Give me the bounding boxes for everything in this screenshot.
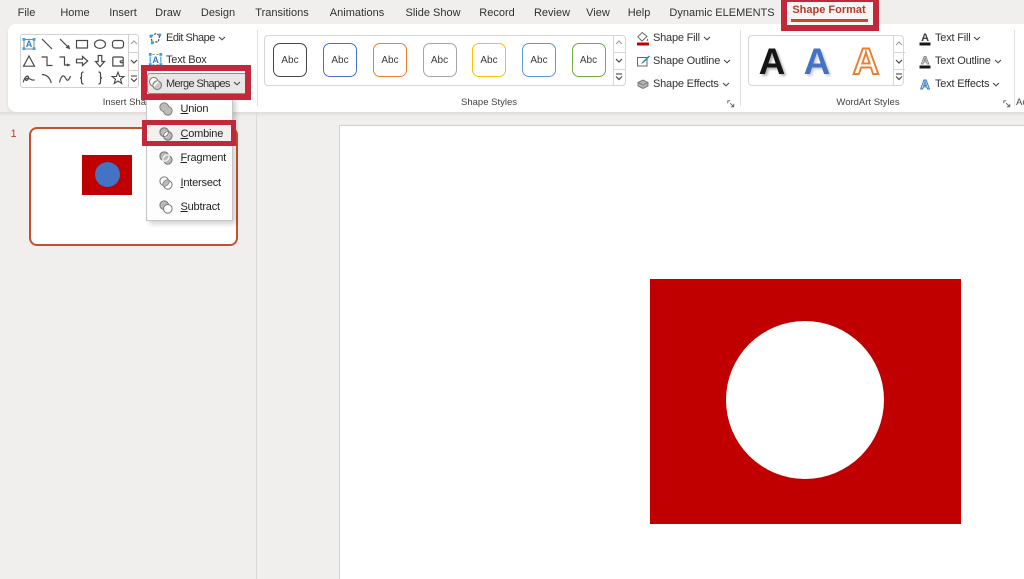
svg-text:A: A — [921, 55, 929, 67]
svg-text:A: A — [921, 32, 929, 44]
svg-text:A: A — [26, 39, 33, 49]
svg-text:A: A — [920, 77, 930, 92]
svg-text:A: A — [152, 55, 159, 65]
